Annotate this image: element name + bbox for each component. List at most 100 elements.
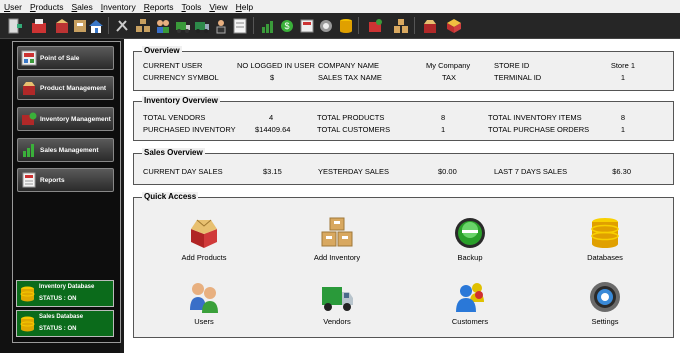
inventory-management-icon bbox=[22, 112, 37, 125]
toolbar-separator bbox=[253, 17, 254, 34]
nav-product-management-label: Product Management bbox=[40, 84, 107, 92]
point-of-sale-icon bbox=[21, 50, 37, 66]
quick-users[interactable]: Users bbox=[159, 280, 249, 326]
vendors-tool-icon[interactable] bbox=[173, 16, 192, 35]
settings-tool-icon[interactable] bbox=[316, 16, 335, 35]
backup-icon bbox=[455, 218, 485, 248]
sales-overview-title: Sales Overview bbox=[142, 148, 205, 157]
inventory-database-status: Inventory Database STATUS : ON bbox=[16, 280, 114, 307]
yesterday-sales-value: $0.00 bbox=[438, 167, 457, 176]
toolbar-separator bbox=[358, 17, 359, 34]
form-tool-icon[interactable] bbox=[230, 16, 249, 35]
quick-users-label: Users bbox=[194, 317, 214, 326]
menu-reports[interactable]: Reports bbox=[140, 2, 178, 12]
customers-icon bbox=[456, 283, 484, 312]
sales-chart-icon[interactable] bbox=[258, 16, 277, 35]
quick-access-panel: Quick Access Add Products Add Inventory … bbox=[133, 192, 674, 338]
menu-inventory[interactable]: Inventory bbox=[97, 2, 140, 12]
sales-management-icon bbox=[23, 144, 34, 157]
currency-symbol-value: $ bbox=[270, 73, 275, 82]
sales-database-name: Sales Database bbox=[39, 314, 84, 320]
report-tool-icon[interactable] bbox=[297, 16, 316, 35]
currency-symbol-label: CURRENCY SYMBOL bbox=[143, 73, 219, 82]
dollar-coins-icon[interactable]: $ bbox=[277, 16, 296, 35]
last-7-days-sales-label: LAST 7 DAYS SALES bbox=[494, 167, 568, 176]
menu-tools[interactable]: Tools bbox=[178, 2, 206, 12]
store-id-value: Store 1 bbox=[610, 61, 635, 70]
company-name-value: My Company bbox=[426, 61, 471, 70]
logout-icon[interactable] bbox=[5, 16, 24, 35]
quick-add-inventory[interactable]: Add Inventory bbox=[292, 216, 382, 262]
point-of-sale-tool-icon[interactable] bbox=[29, 16, 48, 35]
total-vendors-label: TOTAL VENDORS bbox=[143, 113, 206, 122]
nav-product-management[interactable]: Product Management bbox=[17, 76, 114, 100]
yesterday-sales-label: YESTERDAY SALES bbox=[318, 167, 390, 176]
terminal-id-value: 1 bbox=[620, 73, 625, 82]
sales-overview-panel: Sales Overview CURRENT DAY SALES $3.15 Y… bbox=[133, 148, 674, 185]
toolbar-separator bbox=[108, 17, 109, 34]
inventory-database-state: STATUS : ON bbox=[39, 296, 77, 302]
add-inventory-icon bbox=[321, 217, 353, 247]
add-products-icon bbox=[191, 219, 217, 248]
total-vendors-value: 4 bbox=[269, 113, 274, 122]
quick-vendors-label: Vendors bbox=[323, 317, 351, 326]
quick-settings[interactable]: Settings bbox=[560, 280, 650, 326]
total-purchase-orders-value: 1 bbox=[620, 125, 625, 134]
menu-help[interactable]: Help bbox=[232, 2, 257, 12]
total-purchase-orders-label: TOTAL PURCHASE ORDERS bbox=[488, 125, 590, 134]
home-icon[interactable] bbox=[86, 16, 105, 35]
quick-add-products[interactable]: Add Products bbox=[159, 216, 249, 262]
database-icon bbox=[20, 316, 35, 332]
database-icon bbox=[20, 286, 35, 302]
quick-customers-label: Customers bbox=[451, 317, 489, 326]
truck-tool-icon[interactable] bbox=[192, 16, 211, 35]
quick-vendors[interactable]: Vendors bbox=[292, 280, 382, 326]
quick-add-products-label: Add Products bbox=[181, 253, 227, 262]
menu-view[interactable]: View bbox=[205, 2, 231, 12]
stock-boxes-icon[interactable] bbox=[391, 16, 410, 35]
settings-icon bbox=[590, 282, 620, 312]
purchased-inventory-value: $14409.64 bbox=[255, 125, 291, 134]
menu-user[interactable]: User bbox=[0, 2, 26, 12]
databases-icon bbox=[591, 218, 619, 248]
sales-tax-label: SALES TAX NAME bbox=[318, 73, 382, 82]
tools-icon[interactable] bbox=[112, 16, 131, 35]
menu-bar: User Products Sales Inventory Reports To… bbox=[0, 0, 680, 13]
overview-title: Overview bbox=[142, 46, 182, 55]
current-user-value: NO LOGGED IN USER bbox=[237, 61, 315, 70]
add-inventory-tool-icon[interactable] bbox=[365, 16, 384, 35]
terminal-id-label: TERMINAL ID bbox=[494, 73, 542, 82]
quick-customers[interactable]: Customers bbox=[425, 280, 515, 326]
inventory-overview-title: Inventory Overview bbox=[142, 96, 220, 105]
boxes-icon[interactable] bbox=[133, 16, 152, 35]
menu-sales[interactable]: Sales bbox=[68, 2, 97, 12]
quick-databases-label: Databases bbox=[587, 253, 623, 262]
package-icon[interactable] bbox=[444, 16, 463, 35]
nav-sales-management[interactable]: Sales Management bbox=[17, 138, 114, 162]
users-icon bbox=[190, 283, 218, 313]
quick-databases[interactable]: Databases bbox=[560, 216, 650, 262]
employee-tool-icon[interactable] bbox=[211, 16, 230, 35]
toolbar-separator bbox=[414, 17, 415, 34]
total-customers-value: 1 bbox=[441, 125, 446, 134]
quick-backup-label: Backup bbox=[457, 253, 483, 262]
total-products-label: TOTAL PRODUCTS bbox=[317, 113, 385, 122]
quick-backup[interactable]: Backup bbox=[425, 216, 515, 262]
sales-tax-value: TAX bbox=[442, 73, 457, 82]
customers-tool-icon[interactable] bbox=[153, 16, 172, 35]
nav-reports[interactable]: Reports bbox=[17, 168, 114, 192]
open-box-icon[interactable] bbox=[420, 16, 439, 35]
store-id-label: STORE ID bbox=[494, 61, 530, 70]
quick-settings-label: Settings bbox=[591, 317, 619, 326]
quick-add-inventory-label: Add Inventory bbox=[313, 253, 361, 262]
total-customers-label: TOTAL CUSTOMERS bbox=[317, 125, 391, 134]
add-product-tool-icon[interactable] bbox=[52, 16, 71, 35]
inventory-overview-panel: Inventory Overview TOTAL VENDORS 4 TOTAL… bbox=[133, 96, 674, 141]
nav-inventory-management[interactable]: Inventory Management bbox=[17, 107, 114, 131]
database-tool-icon[interactable] bbox=[336, 16, 355, 35]
menu-products[interactable]: Products bbox=[26, 2, 68, 12]
nav-point-of-sale-label: Point of Sale bbox=[40, 54, 80, 62]
nav-point-of-sale[interactable]: Point of Sale bbox=[17, 46, 114, 70]
nav-reports-label: Reports bbox=[40, 176, 65, 184]
current-day-sales-value: $3.15 bbox=[263, 167, 282, 176]
